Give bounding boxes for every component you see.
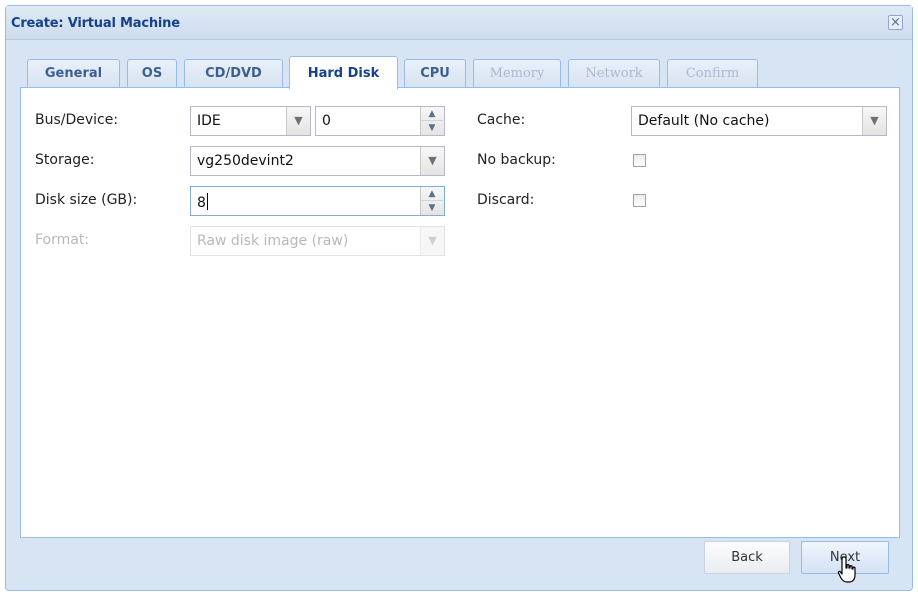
cache-select[interactable]: Default (No cache) ▼ <box>631 106 887 136</box>
chevron-down-icon[interactable]: ▼ <box>862 107 886 135</box>
hard-disk-panel: Bus/Device: IDE ▼ 0 ▲ ▼ Storage: vg250de… <box>20 87 900 538</box>
chevron-down-icon[interactable]: ▼ <box>286 107 310 135</box>
cache-label: Cache: <box>477 112 526 128</box>
discard-checkbox[interactable] <box>633 194 646 207</box>
bus-value: IDE <box>197 113 221 129</box>
storage-value: vg250devint2 <box>197 153 294 169</box>
format-value: Raw disk image (raw) <box>197 233 349 249</box>
spin-up-icon[interactable]: ▲ <box>421 187 443 201</box>
dialog-titlebar[interactable]: Create: Virtual Machine × <box>6 6 912 40</box>
bus-device-label: Bus/Device: <box>35 112 119 128</box>
dialog-title: Create: Virtual Machine <box>11 16 180 31</box>
discard-label: Discard: <box>477 192 535 208</box>
storage-select[interactable]: vg250devint2 ▼ <box>190 146 445 176</box>
text-caret <box>206 193 208 210</box>
chevron-down-icon[interactable]: ▼ <box>420 147 444 175</box>
tab-cd-dvd[interactable]: CD/DVD <box>184 59 283 88</box>
bus-select[interactable]: IDE ▼ <box>190 106 311 136</box>
chevron-down-icon: ▼ <box>420 227 444 255</box>
create-vm-dialog: Create: Virtual Machine × General OS CD/… <box>5 5 913 591</box>
disk-size-value: 8 <box>197 195 206 211</box>
format-label: Format: <box>35 232 90 248</box>
disk-size-field[interactable]: 8 ▲ ▼ <box>190 186 445 216</box>
disk-size-label: Disk size (GB): <box>35 192 138 208</box>
tab-general[interactable]: General <box>27 59 120 88</box>
spinner-icon[interactable]: ▲ ▼ <box>420 187 444 215</box>
close-icon[interactable]: × <box>888 15 903 30</box>
tab-hard-disk[interactable]: Hard Disk <box>289 56 398 89</box>
format-select: Raw disk image (raw) ▼ <box>190 226 445 256</box>
hand-pointer-icon <box>837 556 856 583</box>
back-button[interactable]: Back <box>704 541 790 574</box>
no-backup-label: No backup: <box>477 152 556 168</box>
spin-down-icon[interactable]: ▼ <box>421 121 443 135</box>
tab-os[interactable]: OS <box>127 59 177 88</box>
storage-label: Storage: <box>35 152 95 168</box>
app-window: Create: Virtual Machine × General OS CD/… <box>0 0 918 597</box>
cache-value: Default (No cache) <box>638 113 770 129</box>
device-number-value: 0 <box>322 113 331 129</box>
tab-cpu[interactable]: CPU <box>404 59 466 88</box>
wizard-tab-bar: General OS CD/DVD Hard Disk CPU Memory N… <box>20 53 900 89</box>
no-backup-checkbox[interactable] <box>633 154 646 167</box>
spin-up-icon[interactable]: ▲ <box>421 107 443 121</box>
dialog-footer: Back Next <box>6 538 912 592</box>
spinner-icon[interactable]: ▲ ▼ <box>420 107 444 135</box>
tab-confirm: Confirm <box>667 59 758 88</box>
spin-down-icon[interactable]: ▼ <box>421 201 443 215</box>
tab-network: Network <box>568 59 660 88</box>
disk-size-value-wrap: 8 <box>197 193 208 211</box>
device-number-field[interactable]: 0 ▲ ▼ <box>315 106 445 136</box>
tab-memory: Memory <box>473 59 561 88</box>
